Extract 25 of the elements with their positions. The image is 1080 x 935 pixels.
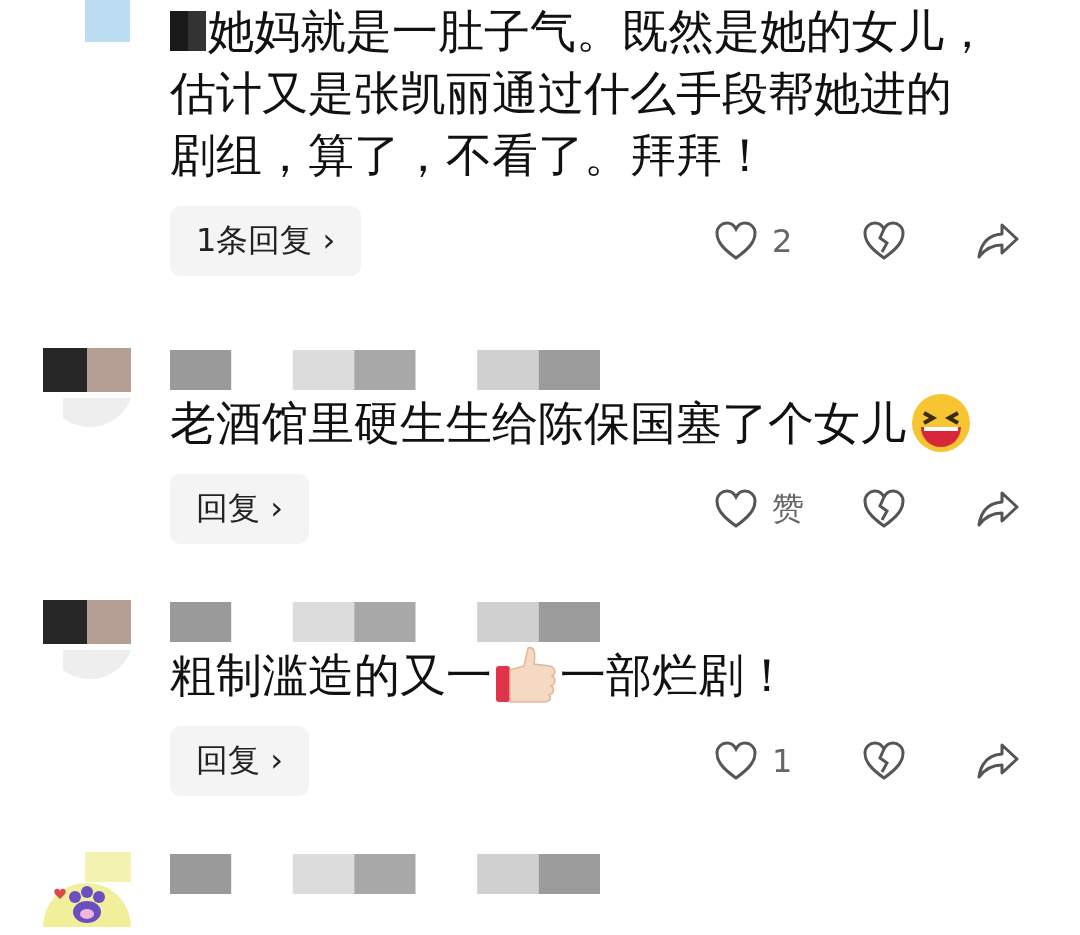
like-count: 1 [772, 742, 793, 780]
comment-text: 粗制滥造的又一 [170, 647, 492, 704]
comment-text: 剧组，算了，不看了。拜拜！ [170, 127, 768, 184]
like-heart-icon[interactable] [714, 740, 758, 782]
like-heart-icon[interactable] [714, 220, 758, 262]
like-count: 2 [772, 222, 793, 260]
share-icon[interactable] [976, 741, 1020, 781]
reply-button[interactable]: 回复 › [170, 474, 309, 544]
comment-text: 一部烂剧！ [560, 647, 790, 704]
share-icon[interactable] [976, 221, 1020, 261]
broken-heart-icon[interactable] [862, 740, 906, 782]
broken-heart-icon[interactable] [862, 220, 906, 262]
avatar [85, 0, 130, 42]
reply-button[interactable]: 回复 › [170, 726, 309, 796]
like-count: 赞 [772, 488, 804, 529]
like-heart-icon[interactable] [714, 488, 758, 530]
comment-text: 她妈就是一肚子气。既然是她的女儿， [208, 3, 990, 60]
mosaic-drawing [170, 11, 206, 51]
thumbs-up-emoji-icon [494, 644, 558, 706]
share-icon[interactable] [976, 489, 1020, 529]
broken-heart-icon[interactable] [862, 488, 906, 530]
avatar[interactable] [43, 852, 131, 927]
reply-button[interactable]: 1条回复 › [170, 206, 362, 276]
comment-text: 老酒馆里硬生生给陈保国塞了个女儿 [170, 395, 906, 452]
comment-text: 估计又是张凯丽通过什么手段帮她进的 [170, 65, 952, 122]
